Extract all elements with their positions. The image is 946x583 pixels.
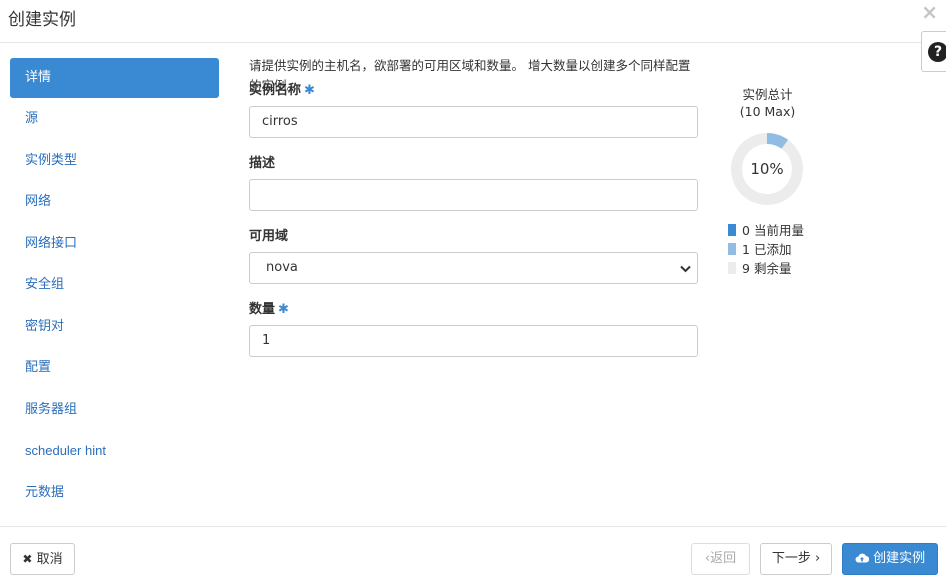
legend-remaining-label: 剩余量 — [753, 261, 792, 276]
wizard-sidebar: 详情 源 实例类型 网络 网络接口 安全组 密钥对 配置 服务器组 schedu… — [10, 58, 219, 513]
help-button[interactable]: ? — [921, 31, 946, 72]
availability-zone-label: 可用域 — [249, 229, 289, 244]
back-button-label: 返回 — [710, 551, 737, 566]
form-intro: 请提供实例的主机名，欲部署的可用区域和数量。 增大数量以创建多个同样配置的实例。 — [249, 58, 691, 93]
count-input[interactable]: 1 — [249, 325, 698, 357]
quota-legend: 0 当前用量 1 已添加 9 剩余量 — [728, 221, 828, 278]
legend-used: 0 当前用量 — [728, 221, 828, 240]
modal-footer: ✖ 取消 ‹返回 下一步 › 创建实例 — [0, 526, 946, 583]
sidebar-item-details[interactable]: 详情 — [10, 58, 219, 98]
cancel-button[interactable]: ✖ 取消 — [10, 543, 75, 575]
legend-used-label: 当前用量 — [753, 223, 804, 238]
back-button[interactable]: ‹返回 — [691, 543, 750, 575]
instance-name-label-text: 实例名称 — [249, 83, 302, 98]
sidebar-item-networks[interactable]: 网络 — [10, 181, 219, 223]
legend-used-count: 0 — [742, 223, 750, 238]
modal-title: 创建实例 — [8, 10, 76, 30]
close-icon[interactable]: × — [921, 2, 938, 22]
chevron-right-icon: › — [810, 551, 821, 566]
sidebar-item-metadata[interactable]: 元数据 — [10, 472, 219, 514]
availability-zone-value: nova — [266, 260, 298, 275]
sidebar-item-network-ports[interactable]: 网络接口 — [10, 223, 219, 265]
required-icon: ✱ — [304, 83, 315, 98]
quota-title-line2: (10 Max) — [739, 104, 796, 119]
sidebar-item-flavor[interactable]: 实例类型 — [10, 140, 219, 182]
sidebar-item-security-groups[interactable]: 安全组 — [10, 264, 219, 306]
sidebar-item-key-pair[interactable]: 密钥对 — [10, 306, 219, 348]
count-label-text: 数量 — [249, 302, 276, 317]
cloud-upload-icon — [855, 551, 873, 566]
chevron-down-icon — [680, 262, 691, 280]
legend-added-count: 1 — [742, 242, 750, 257]
quota-title-line1: 实例总计 — [742, 87, 793, 102]
sidebar-item-configuration[interactable]: 配置 — [10, 347, 219, 389]
description-label: 描述 — [249, 156, 276, 171]
legend-remaining: 9 剩余量 — [728, 259, 828, 278]
legend-added-swatch — [728, 243, 736, 255]
next-button-label: 下一步 — [771, 551, 811, 566]
legend-remaining-count: 9 — [742, 261, 750, 276]
instance-name-label: 实例名称 ✱ — [249, 80, 698, 102]
next-button[interactable]: 下一步 › — [760, 543, 832, 575]
legend-used-swatch — [728, 224, 736, 236]
sidebar-item-server-groups[interactable]: 服务器组 — [10, 389, 219, 431]
legend-added-label: 已添加 — [753, 242, 792, 257]
availability-zone-select[interactable]: nova — [249, 252, 698, 284]
cancel-button-label: 取消 — [36, 552, 63, 567]
help-icon: ? — [928, 42, 946, 62]
create-instance-label: 创建实例 — [873, 551, 926, 566]
description-input[interactable] — [249, 179, 698, 211]
sidebar-item-source[interactable]: 源 — [10, 98, 219, 140]
close-icon: ✖ — [22, 552, 33, 566]
modal-header: 创建实例 × — [0, 0, 946, 43]
count-label: 数量 ✱ — [249, 299, 698, 321]
required-icon: ✱ — [278, 302, 289, 317]
details-form: 请提供实例的主机名，欲部署的可用区域和数量。 增大数量以创建多个同样配置的实例。… — [249, 56, 698, 357]
legend-remaining-swatch — [728, 262, 736, 274]
create-instance-button[interactable]: 创建实例 — [842, 543, 938, 575]
instance-quota-chart: 实例总计 (10 Max) 10% 0 当前用量 1 已添加 9 剩余量 — [725, 86, 815, 276]
quota-percent-label: 10% — [750, 160, 784, 178]
instance-name-input[interactable]: cirros — [249, 106, 698, 138]
legend-added: 1 已添加 — [728, 240, 828, 259]
sidebar-item-scheduler-hint[interactable]: scheduler hint — [10, 430, 219, 472]
